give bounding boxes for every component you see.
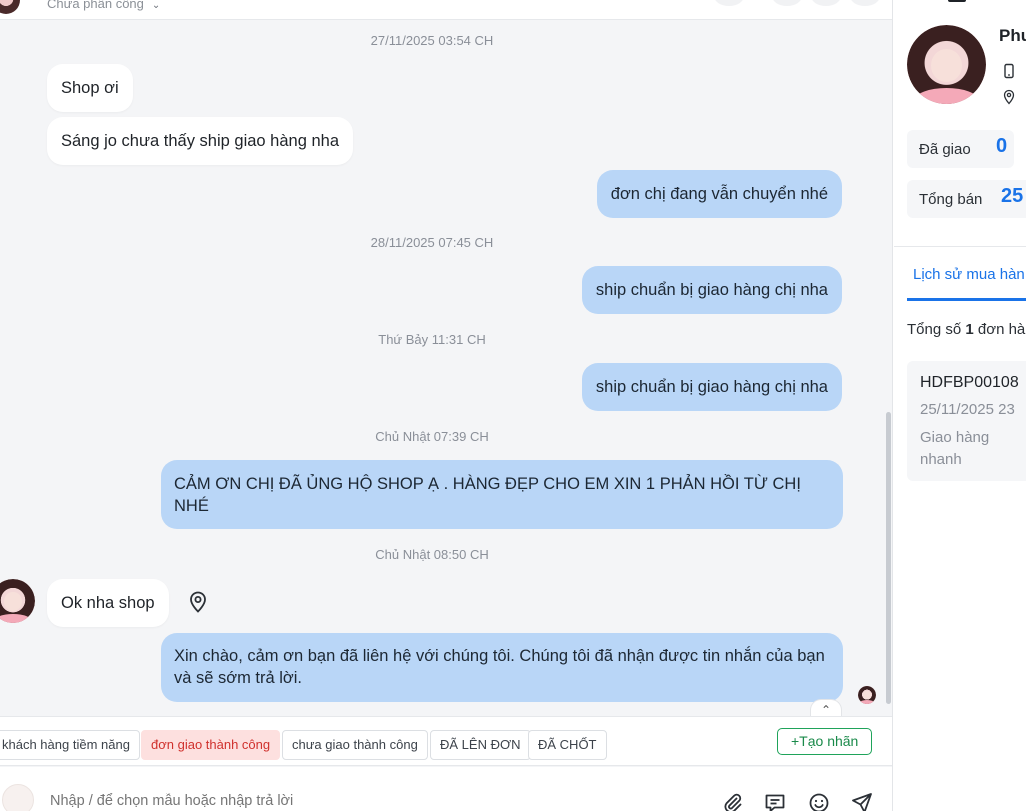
outgoing-message: đơn chị đang vẫn chuyển nhé — [596, 170, 842, 218]
tag-chip[interactable]: ĐÃ LÊN ĐƠN — [430, 730, 531, 760]
outgoing-message: CẢM ƠN CHỊ ĐÃ ỦNG HỘ SHOP Ạ . HÀNG ĐẸP C… — [161, 460, 843, 529]
header-action-button[interactable] — [772, 0, 802, 6]
location-pin-icon[interactable] — [186, 590, 210, 614]
order-shipping-method: Giao hàng nhanh — [920, 429, 990, 468]
customer-avatar-small — [0, 0, 20, 14]
location-pin-icon — [1003, 89, 1015, 105]
total-sales-stat: Tổng bán 25 — [907, 180, 1026, 218]
phone-icon — [1004, 63, 1014, 79]
tag-chip[interactable]: khách hàng tiềm năng — [0, 730, 140, 760]
total-sales-value: 25 — [1001, 185, 1024, 207]
tag-chip[interactable]: ĐÃ CHỐT — [528, 730, 607, 760]
emoji-icon[interactable] — [807, 791, 831, 811]
tab-purchase-history[interactable]: Lịch sử mua hàn — [913, 266, 1025, 283]
chevron-down-icon: ⌄ — [151, 0, 161, 11]
outgoing-message: ship chuẩn bị giao hàng chị nha — [581, 363, 842, 411]
chat-pane: Chưa phân công ⌄ 27/11/2025 03:54 CH Shop… — [0, 0, 893, 811]
customer-panel: Phư Đã giao 0 Tổng bán 25 Lịch sử mua hà… — [894, 0, 1026, 811]
incoming-message: Ok nha shop — [47, 579, 169, 627]
template-icon[interactable] — [763, 791, 787, 811]
assign-label: Chưa phân công — [47, 0, 144, 11]
customer-avatar — [0, 579, 35, 623]
delivered-stat-value: 0 — [996, 135, 1008, 157]
incoming-message: Sáng jo chưa thấy ship giao hàng nha — [47, 117, 354, 165]
order-id: HDFBP00108 — [920, 374, 1019, 391]
panel-title-fragment — [948, 0, 966, 2]
chat-header: Chưa phân công ⌄ — [0, 0, 892, 20]
message-timestamp: Chủ Nhật 08:50 CH — [375, 547, 489, 562]
order-count-number: 1 — [965, 321, 974, 338]
assign-dropdown[interactable]: Chưa phân công ⌄ — [47, 0, 160, 11]
order-date: 25/11/2025 23 — [920, 401, 1015, 418]
tag-bar: khách hàng tiềm năng đơn giao thành công… — [0, 716, 892, 766]
create-tag-button[interactable]: +Tạo nhãn — [777, 728, 873, 755]
order-card[interactable]: HDFBP00108 25/11/2025 23 Giao hàng nhanh — [907, 361, 1026, 481]
tag-chip-active[interactable]: đơn giao thành công — [141, 730, 281, 760]
header-action-button[interactable] — [714, 0, 744, 6]
customer-name: Phư — [999, 26, 1026, 45]
message-timestamp: 28/11/2025 07:45 CH — [370, 235, 494, 250]
delivered-stat-label: Đã giao — [919, 141, 971, 158]
seen-avatar — [858, 686, 876, 704]
delivered-stat: Đã giao 0 — [907, 130, 1014, 168]
customer-profile-avatar — [907, 25, 986, 104]
header-action-button[interactable] — [811, 0, 841, 6]
order-count-prefix: Tổng số — [907, 321, 966, 338]
panel-divider — [894, 246, 1026, 247]
message-timestamp: 27/11/2025 03:54 CH — [370, 33, 494, 48]
attach-icon[interactable] — [720, 791, 744, 811]
chat-scrollbar[interactable] — [886, 412, 891, 704]
incoming-message: Shop ơi — [47, 64, 133, 112]
message-timestamp: Thứ Bảy 11:31 CH — [378, 332, 486, 347]
message-input[interactable] — [50, 793, 650, 809]
header-action-button[interactable] — [850, 0, 880, 6]
chevron-up-icon: ⌃ — [820, 703, 832, 717]
outgoing-message: Xin chào, cảm ơn bạn đã liên hệ với chún… — [161, 633, 843, 702]
tag-chip[interactable]: chưa giao thành công — [282, 730, 428, 760]
order-count-text: Tổng số 1 đơn hà — [907, 321, 1025, 338]
page-avatar — [2, 784, 34, 811]
message-timestamp: Chủ Nhật 07:39 CH — [375, 429, 489, 444]
active-tab-indicator — [907, 298, 1026, 301]
total-sales-label: Tổng bán — [919, 191, 983, 208]
order-count-suffix: đơn hà — [973, 321, 1026, 338]
send-icon[interactable] — [850, 791, 874, 811]
composer — [0, 767, 892, 811]
outgoing-message: ship chuẩn bị giao hàng chị nha — [581, 266, 842, 314]
